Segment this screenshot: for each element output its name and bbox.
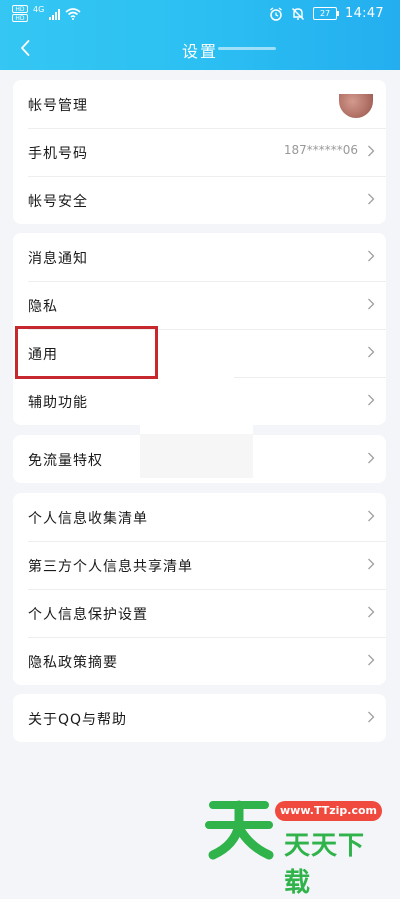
row-label: 帐号安全 <box>28 194 88 210</box>
sim-badge-2: HD <box>12 14 28 22</box>
row-label: 免流量特权 <box>28 453 103 469</box>
chevron-right-icon <box>368 711 375 723</box>
row-label: 消息通知 <box>28 251 88 267</box>
row-notifications[interactable]: 消息通知 <box>13 233 386 281</box>
row-info-protection[interactable]: 个人信息保护设置 <box>13 589 386 637</box>
signal-strength-icon <box>49 8 61 20</box>
status-left: HD HD 4G <box>12 5 81 22</box>
chevron-right-icon <box>368 394 375 406</box>
highlight-box <box>15 326 158 379</box>
chevron-right-icon <box>368 654 375 666</box>
tian-logo-icon <box>205 800 274 860</box>
redaction-patch <box>140 390 253 434</box>
settings-group-account: 帐号管理 手机号码 187******06 帐号安全 <box>13 80 386 224</box>
page-title: 设置 <box>181 42 218 61</box>
avatar <box>339 94 373 118</box>
row-label: 隐私政策摘要 <box>28 655 118 671</box>
row-label: 隐私 <box>28 299 58 315</box>
sim-indicators: HD HD <box>12 5 28 22</box>
status-right: 27 14:47 <box>269 6 384 21</box>
alarm-icon <box>270 6 282 21</box>
nav-bar: 设置 <box>0 28 400 68</box>
row-phone-number[interactable]: 手机号码 187******06 <box>13 128 386 176</box>
row-account-management[interactable]: 帐号管理 <box>13 80 386 128</box>
wifi-icon <box>65 7 81 20</box>
settings-group-personal-info: 个人信息收集清单 第三方个人信息共享清单 个人信息保护设置 隐私政策摘要 <box>13 493 386 685</box>
watermark-url: www.TTzip.com <box>275 801 382 821</box>
chevron-right-icon <box>368 606 375 618</box>
row-label: 手机号码 <box>28 146 88 162</box>
chevron-right-icon <box>368 298 375 310</box>
status-time: 14:47 <box>345 6 384 21</box>
redaction-patch <box>158 376 234 388</box>
row-label: 帐号管理 <box>28 98 88 114</box>
header-bar: HD HD 4G 27 14:47 设置 <box>0 0 400 70</box>
chevron-right-icon <box>368 145 375 157</box>
row-label: 个人信息保护设置 <box>28 607 148 623</box>
redaction-patch <box>140 434 253 478</box>
sim-badge-1: HD <box>12 5 28 13</box>
battery-level: 27 <box>319 9 331 18</box>
network-type: 4G <box>33 5 45 14</box>
chevron-right-icon <box>368 452 375 464</box>
status-bar: HD HD 4G 27 14:47 <box>0 0 400 28</box>
row-privacy-policy-summary[interactable]: 隐私政策摘要 <box>13 637 386 685</box>
row-label: 关于QQ与帮助 <box>28 712 128 728</box>
mute-bell-icon <box>292 7 305 20</box>
watermark-logo: www.TTzip.com 天天下载 <box>205 793 385 898</box>
chevron-right-icon <box>368 250 375 262</box>
row-label: 第三方个人信息共享清单 <box>28 559 193 575</box>
chevron-right-icon <box>368 193 375 205</box>
row-label: 辅助功能 <box>28 395 88 411</box>
chevron-right-icon <box>368 510 375 522</box>
title-redaction <box>218 47 276 50</box>
chevron-right-icon <box>368 346 375 358</box>
row-about-help[interactable]: 关于QQ与帮助 <box>13 694 386 742</box>
row-account-security[interactable]: 帐号安全 <box>13 176 386 224</box>
chevron-right-icon <box>368 558 375 570</box>
row-third-party-sharing[interactable]: 第三方个人信息共享清单 <box>13 541 386 589</box>
row-privacy[interactable]: 隐私 <box>13 281 386 329</box>
phone-number-value: 187******06 <box>283 143 358 157</box>
settings-group-about: 关于QQ与帮助 <box>13 694 386 742</box>
battery-icon: 27 <box>313 7 340 20</box>
row-info-collection-list[interactable]: 个人信息收集清单 <box>13 493 386 541</box>
row-label: 个人信息收集清单 <box>28 511 148 527</box>
